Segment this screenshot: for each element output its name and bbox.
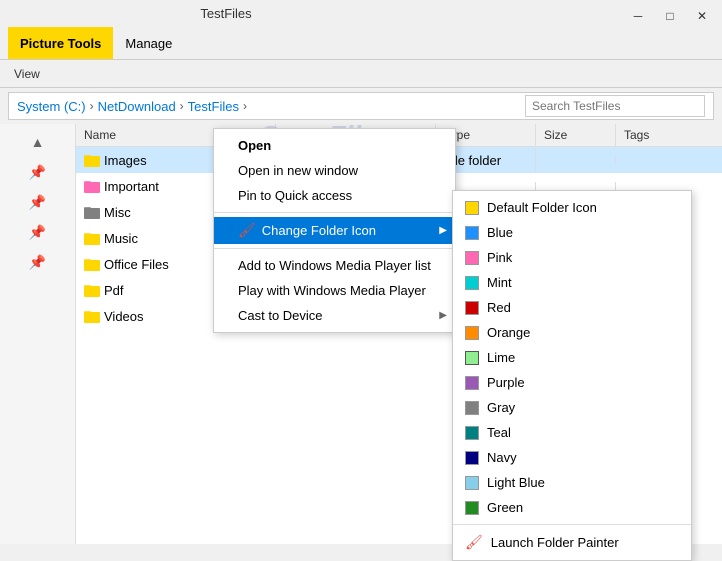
- folder-icon: [84, 257, 100, 271]
- submenu-light-blue[interactable]: Light Blue: [453, 470, 691, 495]
- folder-icon: [84, 205, 100, 219]
- folder-icon-submenu: Default Folder Icon Blue Pink Mint Red O…: [452, 190, 692, 561]
- submenu-pink[interactable]: Pink: [453, 245, 691, 270]
- nav-pin-icon[interactable]: 📌: [26, 160, 50, 184]
- nav-icon-2[interactable]: 📌: [26, 190, 50, 214]
- ribbon-tab-picture-tools[interactable]: Picture Tools: [8, 27, 113, 59]
- submenu-arrow: ▶: [439, 225, 447, 236]
- submenu-mint[interactable]: Mint: [453, 270, 691, 295]
- close-button[interactable]: ✕: [686, 4, 718, 28]
- file-tags: [616, 182, 722, 190]
- ctx-divider-2: [214, 248, 455, 249]
- paint-icon: 🖌: [238, 222, 256, 239]
- cast-arrow: ▶: [439, 310, 447, 321]
- ribbon-tab-manage[interactable]: Manage: [113, 27, 184, 59]
- ribbon-row: View: [0, 60, 722, 88]
- window-controls: ─ □ ✕: [622, 0, 722, 59]
- swatch-purple: [465, 376, 479, 390]
- file-size: [536, 156, 616, 164]
- ribbon-view[interactable]: View: [8, 65, 46, 83]
- ctx-change-folder-icon[interactable]: 🖌 Change Folder Icon ▶: [214, 217, 455, 244]
- nav-panel: ▲ 📌 📌 📌 📌: [0, 124, 76, 544]
- col-header-size[interactable]: Size: [536, 124, 616, 146]
- submenu-green[interactable]: Green: [453, 495, 691, 520]
- ctx-pin-quick-access[interactable]: Pin to Quick access: [214, 183, 455, 208]
- ctx-divider-1: [214, 212, 455, 213]
- swatch-lime: [465, 351, 479, 365]
- swatch-navy: [465, 451, 479, 465]
- nav-icon-3[interactable]: 📌: [26, 220, 50, 244]
- file-tags: [616, 156, 722, 164]
- window-title: TestFiles: [184, 0, 622, 21]
- col-header-tags[interactable]: Tags: [616, 124, 722, 146]
- submenu-navy[interactable]: Navy: [453, 445, 691, 470]
- swatch-orange: [465, 326, 479, 340]
- submenu-gray[interactable]: Gray: [453, 395, 691, 420]
- maximize-button[interactable]: □: [654, 4, 686, 28]
- submenu-purple[interactable]: Purple: [453, 370, 691, 395]
- ctx-open[interactable]: Open: [214, 133, 455, 158]
- swatch-gray: [465, 401, 479, 415]
- swatch-green: [465, 501, 479, 515]
- folder-icon: [84, 309, 100, 323]
- submenu-divider: [453, 524, 691, 525]
- swatch-mint: [465, 276, 479, 290]
- nav-up-icon[interactable]: ▲: [26, 130, 50, 154]
- swatch-light-blue: [465, 476, 479, 490]
- title-bar: Picture Tools Manage TestFiles ─ □ ✕: [0, 0, 722, 60]
- ctx-play-wmp[interactable]: Play with Windows Media Player: [214, 278, 455, 303]
- breadcrumb-testfiles[interactable]: TestFiles: [188, 99, 239, 114]
- submenu-lime[interactable]: Lime: [453, 345, 691, 370]
- swatch-pink: [465, 251, 479, 265]
- folder-icon: [84, 153, 100, 167]
- swatch-default: [465, 201, 479, 215]
- submenu-blue[interactable]: Blue: [453, 220, 691, 245]
- ctx-add-wmp[interactable]: Add to Windows Media Player list: [214, 253, 455, 278]
- submenu-teal[interactable]: Teal: [453, 420, 691, 445]
- submenu-red[interactable]: Red: [453, 295, 691, 320]
- submenu-default-folder[interactable]: Default Folder Icon: [453, 195, 691, 220]
- minimize-button[interactable]: ─: [622, 4, 654, 28]
- submenu-launch-painter[interactable]: 🖌 Launch Folder Painter: [453, 529, 691, 556]
- submenu-orange[interactable]: Orange: [453, 320, 691, 345]
- breadcrumb-system[interactable]: System (C:): [17, 99, 86, 114]
- launch-paint-icon: 🖌: [465, 534, 483, 551]
- folder-icon: [84, 283, 100, 297]
- breadcrumb-netdownload[interactable]: NetDownload: [98, 99, 176, 114]
- folder-icon: [84, 179, 100, 193]
- file-size: [536, 182, 616, 190]
- swatch-teal: [465, 426, 479, 440]
- ctx-open-new-window[interactable]: Open in new window: [214, 158, 455, 183]
- folder-icon: [84, 231, 100, 245]
- context-menu: Open Open in new window Pin to Quick acc…: [213, 128, 456, 333]
- search-input[interactable]: [525, 95, 705, 117]
- address-bar: System (C:) › NetDownload › TestFiles ›: [8, 92, 714, 120]
- nav-icon-4[interactable]: 📌: [26, 250, 50, 274]
- swatch-red: [465, 301, 479, 315]
- ctx-cast-device[interactable]: Cast to Device ▶: [214, 303, 455, 328]
- swatch-blue: [465, 226, 479, 240]
